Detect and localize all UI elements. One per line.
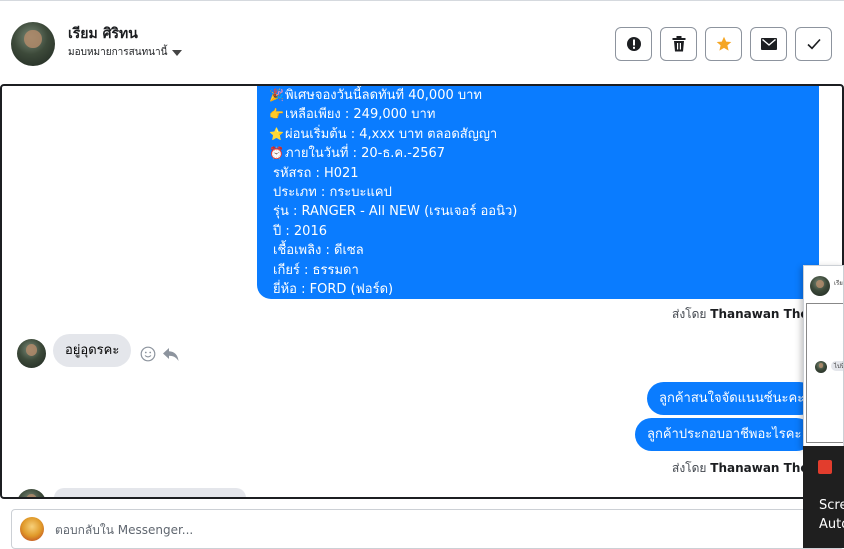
reply-input[interactable]	[55, 519, 755, 541]
partial-incoming-message[interactable]	[54, 488, 246, 497]
star-icon	[716, 36, 731, 51]
sender-avatar[interactable]	[17, 339, 46, 368]
conversation-actions	[615, 27, 832, 61]
caret-down-icon	[172, 49, 183, 56]
card-line: 👉เหลือเพียง : 249,000 บาท	[269, 105, 807, 124]
incoming-message[interactable]: อยู่อุดรคะ	[53, 334, 132, 367]
conversation-header: เรียม ศิริทน มอบหมายการสนทนานี้	[0, 6, 844, 84]
card-line: ยี่ห้อ : FORD (ฟอร์ด)	[273, 282, 394, 298]
star-emoji-icon: ⭐	[269, 126, 284, 141]
alert-circle-icon	[626, 37, 641, 51]
notification-body: Auto	[819, 517, 844, 532]
reply-arrow-icon[interactable]	[162, 346, 180, 362]
popup-message-preview: ไปนี้	[831, 361, 843, 371]
product-card-message[interactable]: 🎉พิเศษจองวันนี้ลดทันที 40,000 บาท 👉เหลือ…	[257, 86, 819, 299]
page-avatar	[20, 517, 44, 541]
contact-name[interactable]: เรียม ศิริทน	[68, 23, 138, 45]
card-line: รหัสรถ : H021	[273, 165, 359, 181]
sent-by-label: ส่งโดย Thanawan Thon	[672, 307, 818, 321]
check-icon	[806, 38, 821, 50]
card-line: รุ่น : RANGER - All NEW (เรนเจอร์ ออนิว)	[273, 204, 518, 220]
popup-contact-avatar[interactable]	[810, 276, 830, 296]
card-line: เชื้อเพลิง : ดีเซล	[273, 243, 364, 259]
card-line: ⏰ภายในวันที่ : 20-ธ.ค.-2567	[269, 144, 807, 163]
outgoing-message[interactable]: ลูกค้าประกอบอาชีพอะไรคะ	[635, 418, 814, 451]
mark-unread-button[interactable]	[750, 27, 787, 61]
popup-message-area: ไปนี้	[806, 303, 843, 443]
contact-avatar[interactable]	[11, 22, 55, 66]
sender-avatar[interactable]	[17, 489, 46, 497]
top-border	[0, 0, 844, 5]
message-thread[interactable]: 🎉พิเศษจองวันนี้ลดทันที 40,000 บาท 👉เหลือ…	[0, 84, 844, 499]
notification-title: Scre	[819, 498, 844, 513]
card-line: ประเภท : กระบะแคป	[273, 185, 392, 201]
screenshot-notification[interactable]: Scre Auto	[803, 446, 844, 548]
app-icon	[818, 460, 832, 474]
popup-title: เรีย	[834, 280, 843, 287]
card-line: ⭐ผ่อนเริ่มต้น : 4,xxx บาท ตลอดสัญญา	[269, 125, 807, 144]
mark-spam-button[interactable]	[615, 27, 652, 61]
pointing-hand-icon: 👉	[269, 107, 284, 122]
message-tools	[140, 346, 180, 362]
outgoing-message[interactable]: ลูกค้าสนใจจัดแนนซ์นะคะ	[647, 382, 817, 415]
star-button[interactable]	[705, 27, 742, 61]
alarm-clock-icon: ⏰	[269, 146, 284, 161]
card-line: เกียร์ : ธรรมดา	[273, 262, 359, 278]
card-line: ปี : 2016	[273, 223, 327, 239]
card-line: 🎉พิเศษจองวันนี้ลดทันที 40,000 บาท	[269, 86, 807, 105]
envelope-icon	[760, 38, 777, 50]
chat-popup-window[interactable]: เรีย ไปนี้	[803, 265, 844, 448]
assign-label: มอบหมายการสนทนานี้	[68, 47, 168, 58]
assign-conversation-dropdown[interactable]: มอบหมายการสนทนานี้	[68, 45, 183, 60]
trash-icon	[672, 36, 685, 52]
party-popper-icon: 🎉	[269, 88, 284, 102]
delete-button[interactable]	[660, 27, 697, 61]
popup-sender-avatar	[815, 361, 827, 373]
sent-by-label: ส่งโดย Thanawan Thon	[672, 461, 818, 475]
reply-composer	[11, 509, 844, 549]
react-smiley-icon[interactable]	[140, 346, 156, 362]
mark-done-button[interactable]	[795, 27, 832, 61]
